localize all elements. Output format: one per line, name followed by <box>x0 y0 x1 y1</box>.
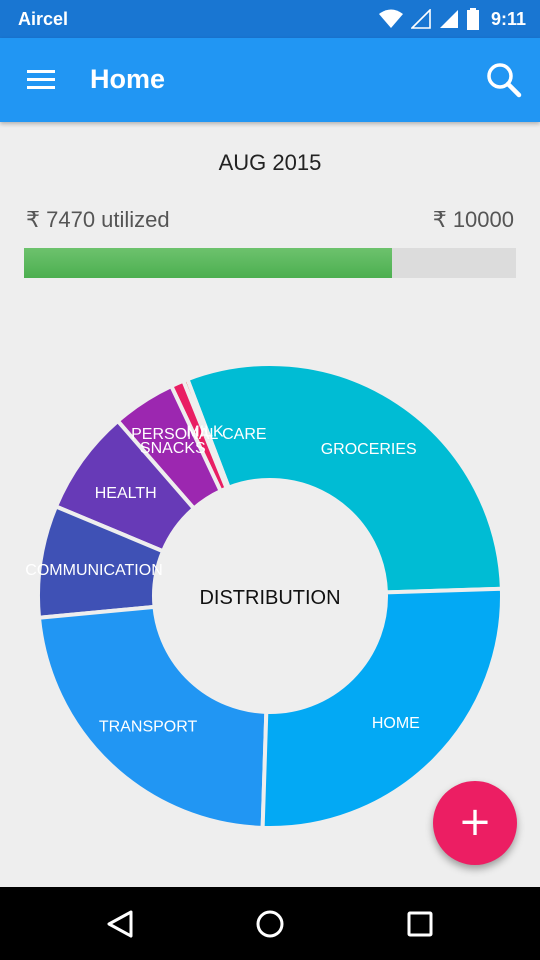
wifi-icon <box>378 9 403 28</box>
home-circle-icon <box>256 910 284 938</box>
chart-center-label: DISTRIBUTION <box>199 587 340 609</box>
chart-slice-label: TRANSPORT <box>99 719 198 736</box>
clock: 9:11 <box>490 8 526 29</box>
chart-slice-groceries <box>184 362 504 595</box>
chart-slice-label: HEALTH <box>95 485 157 502</box>
signal-empty-icon <box>410 9 431 29</box>
app-bar: Home <box>0 38 540 122</box>
carrier-name: Aircel <box>18 9 69 29</box>
month-label: AUG 2015 <box>218 150 322 175</box>
chart-slice-transport <box>36 604 269 830</box>
add-expense-button[interactable]: + <box>433 781 517 865</box>
status-icons: 9:11 <box>378 6 526 32</box>
recents-square-icon <box>407 911 433 937</box>
search-icon <box>487 63 522 98</box>
chart-slice-label: COMMUNICATION <box>25 562 162 579</box>
battery-icon <box>466 8 479 30</box>
budget-progress-fill <box>24 248 392 278</box>
recents-button[interactable] <box>395 899 445 949</box>
status-bar: Aircel 9:11 <box>0 0 540 38</box>
menu-button[interactable] <box>20 60 64 100</box>
budget-amount: ₹ 10000 <box>432 207 514 232</box>
back-button[interactable] <box>95 899 145 949</box>
back-triangle-icon <box>107 910 133 938</box>
chart-slice-label: SNACKS <box>140 440 206 457</box>
utilized-amount: ₹ 7470 utilized <box>26 207 170 232</box>
hamburger-menu-icon <box>27 70 55 89</box>
chart-slice-label: GROCERIES <box>321 441 417 458</box>
home-button[interactable] <box>245 899 295 949</box>
budget-progress-bar <box>24 248 516 278</box>
signal-full-icon <box>439 10 458 28</box>
chart-slice-label: HOME <box>372 715 420 732</box>
navigation-bar <box>0 887 540 960</box>
search-button[interactable] <box>482 58 526 102</box>
page-title: Home <box>90 64 166 94</box>
add-icon: + <box>458 799 492 845</box>
